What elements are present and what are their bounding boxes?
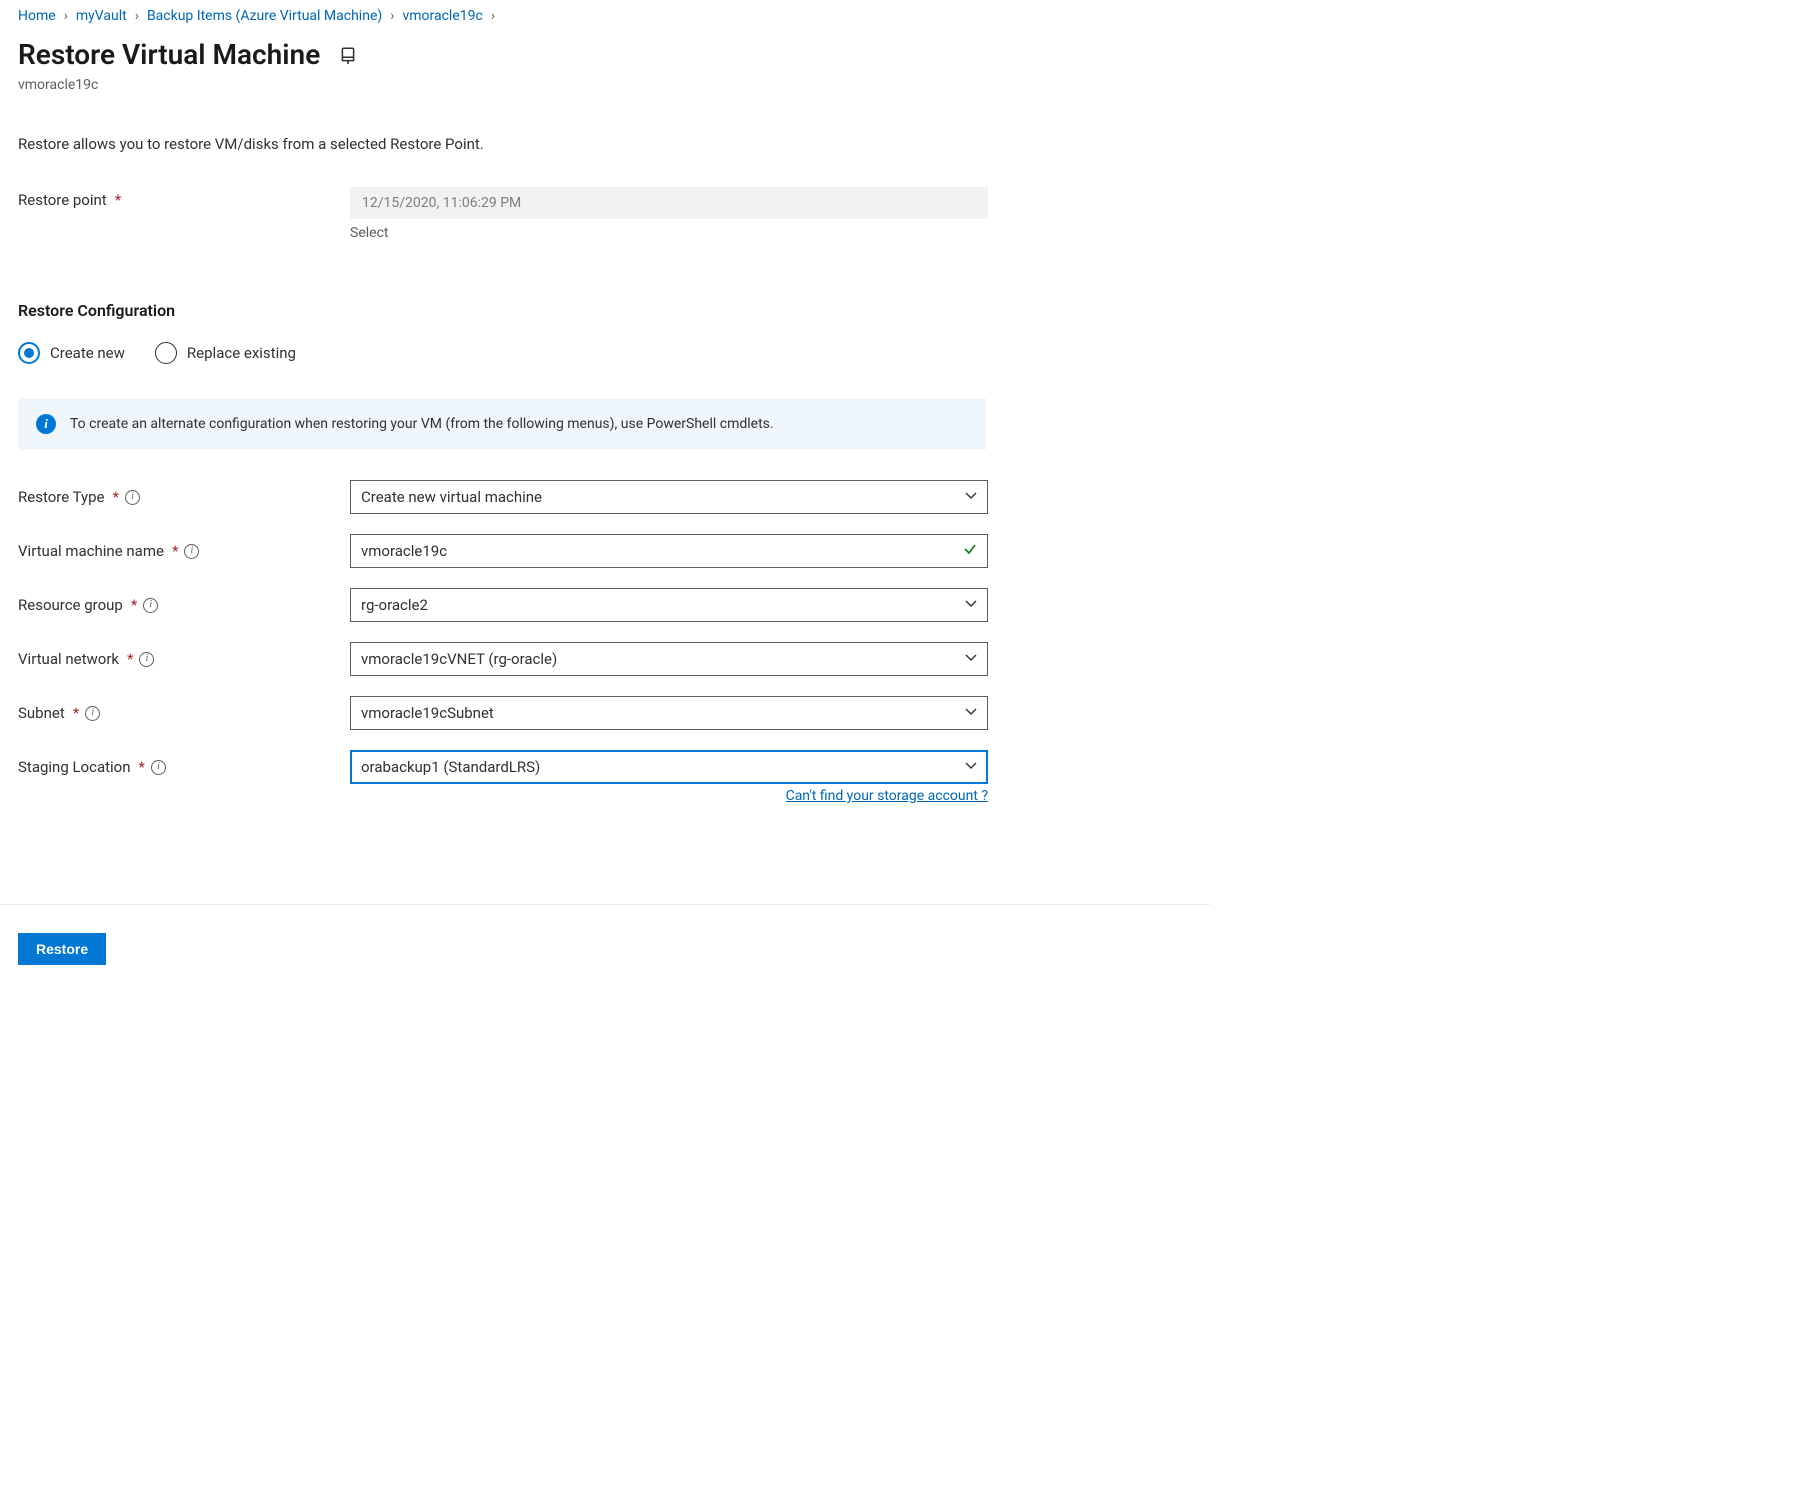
breadcrumb-item-myvault[interactable]: myVault [76, 8, 127, 24]
info-banner: i To create an alternate configuration w… [18, 398, 986, 450]
required-asterisk: * [139, 758, 145, 776]
subnet-dropdown[interactable]: vmoracle19cSubnet [350, 696, 988, 730]
storage-account-help-link[interactable]: Can't find your storage account ? [786, 788, 988, 804]
intro-text: Restore allows you to restore VM/disks f… [18, 135, 1192, 153]
info-circle-icon[interactable]: i [143, 598, 158, 613]
section-heading-restore-configuration: Restore Configuration [18, 301, 1192, 320]
chevron-down-icon [965, 704, 977, 722]
staging-location-dropdown[interactable]: orabackup1 (StandardLRS) [350, 750, 988, 784]
required-asterisk: * [127, 650, 133, 668]
chevron-down-icon [965, 650, 977, 668]
breadcrumb-item-home[interactable]: Home [18, 8, 56, 24]
radio-replace-existing[interactable]: Replace existing [155, 342, 296, 364]
required-asterisk: * [172, 542, 178, 560]
restore-config-radio-group: Create new Replace existing [18, 342, 1192, 364]
chevron-right-icon: › [491, 8, 495, 24]
resource-group-value: rg-oracle2 [361, 596, 965, 614]
staging-location-value: orabackup1 (StandardLRS) [361, 758, 965, 776]
info-circle-icon[interactable]: i [85, 706, 100, 721]
vm-name-label: Virtual machine name [18, 542, 164, 560]
checkmark-icon [963, 542, 977, 560]
required-asterisk: * [131, 596, 137, 614]
chevron-down-icon [965, 596, 977, 614]
restore-point-select-link[interactable]: Select [350, 225, 988, 241]
radio-create-new-label: Create new [50, 344, 125, 362]
radio-create-new[interactable]: Create new [18, 342, 125, 364]
vm-name-value: vmoracle19c [361, 542, 963, 560]
subnet-label: Subnet [18, 704, 65, 722]
resource-group-dropdown[interactable]: rg-oracle2 [350, 588, 988, 622]
info-circle-icon[interactable]: i [151, 760, 166, 775]
vnet-value: vmoracle19cVNET (rg-oracle) [361, 650, 965, 668]
chevron-right-icon: › [64, 8, 68, 24]
restore-type-value: Create new virtual machine [361, 488, 965, 506]
radio-icon-unselected [155, 342, 177, 364]
info-banner-text: To create an alternate configuration whe… [70, 416, 774, 432]
restore-point-value: 12/15/2020, 11:06:29 PM [350, 187, 988, 219]
breadcrumb-item-backup-items[interactable]: Backup Items (Azure Virtual Machine) [147, 8, 382, 24]
vm-name-input[interactable]: vmoracle19c [350, 534, 988, 568]
page-subtitle: vmoracle19c [18, 77, 1192, 93]
page-title: Restore Virtual Machine [18, 38, 320, 71]
info-circle-icon[interactable]: i [184, 544, 199, 559]
info-icon: i [36, 414, 56, 434]
required-asterisk: * [115, 191, 121, 209]
resource-group-label: Resource group [18, 596, 123, 614]
info-circle-icon[interactable]: i [139, 652, 154, 667]
restore-type-label: Restore Type [18, 488, 104, 506]
pin-icon[interactable] [334, 41, 362, 69]
breadcrumb-item-vmoracle19c[interactable]: vmoracle19c [402, 8, 482, 24]
chevron-right-icon: › [135, 8, 139, 24]
radio-replace-existing-label: Replace existing [187, 344, 296, 362]
chevron-down-icon [965, 488, 977, 506]
chevron-right-icon: › [390, 8, 394, 24]
restore-button[interactable]: Restore [18, 933, 106, 965]
chevron-down-icon [965, 758, 977, 776]
vnet-dropdown[interactable]: vmoracle19cVNET (rg-oracle) [350, 642, 988, 676]
restore-type-dropdown[interactable]: Create new virtual machine [350, 480, 988, 514]
required-asterisk: * [112, 488, 118, 506]
radio-icon-selected [18, 342, 40, 364]
vnet-label: Virtual network [18, 650, 119, 668]
breadcrumb: Home › myVault › Backup Items (Azure Vir… [18, 0, 1192, 38]
info-circle-icon[interactable]: i [125, 490, 140, 505]
subnet-value: vmoracle19cSubnet [361, 704, 965, 722]
restore-point-label: Restore point [18, 191, 107, 209]
required-asterisk: * [73, 704, 79, 722]
staging-location-label: Staging Location [18, 758, 131, 776]
